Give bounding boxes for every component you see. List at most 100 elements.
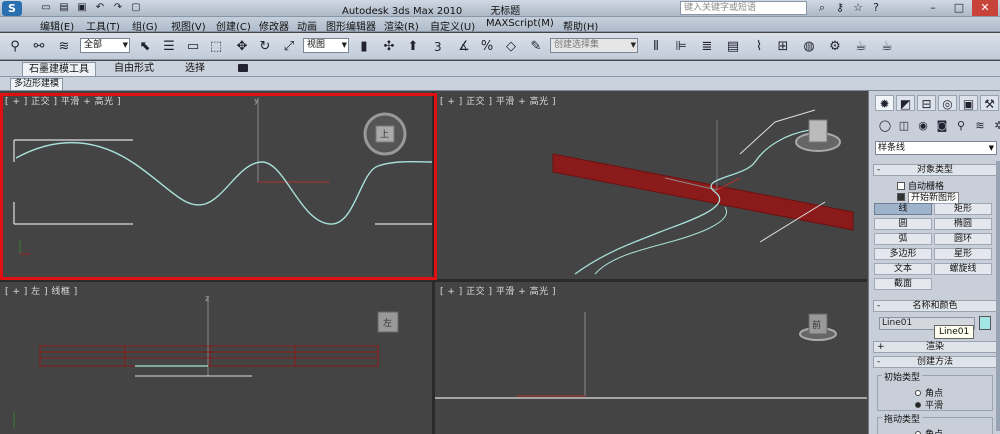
hierarchy-tab-icon[interactable]: ⊟	[917, 95, 936, 111]
search-input[interactable]: 键入关键字或短语	[680, 1, 807, 15]
command-panel-scrollbar[interactable]	[996, 161, 1000, 431]
menu-graph-editors[interactable]: 图形编辑器	[326, 18, 376, 33]
pivot-center-icon[interactable]: ▮	[355, 38, 373, 55]
name-color-rollout[interactable]: - 名称和颜色	[873, 300, 997, 312]
create-tab-icon[interactable]: ✹	[875, 95, 894, 111]
menu-modifiers[interactable]: 修改器	[259, 18, 289, 33]
window-crossing-icon[interactable]: ⬚	[207, 38, 225, 55]
display-tab-icon[interactable]: ▣	[959, 95, 978, 111]
arc-button[interactable]: 弧	[874, 233, 932, 245]
shapes-icon[interactable]: ◫	[896, 119, 912, 133]
object-color-swatch[interactable]	[979, 316, 991, 330]
material-editor-icon[interactable]: ◍	[800, 38, 818, 55]
redo-icon[interactable]: ↷	[112, 2, 124, 14]
object-type-rollout[interactable]: - 对象类型	[873, 164, 997, 176]
viewport-top[interactable]: [ + ] 正交 ] 平滑 + 高光 ] 上 y	[0, 92, 432, 279]
menu-tools[interactable]: 工具(T)	[86, 18, 120, 33]
systems-icon[interactable]: ✲	[991, 119, 1000, 133]
viewport-front[interactable]: [ + ] 正交 ] 平滑 + 高光 ] 前	[435, 282, 867, 434]
named-selection-dropdown[interactable]: 创建选择集	[550, 38, 638, 53]
ellipse-button[interactable]: 椭圆	[934, 218, 992, 230]
viewcube-front-face[interactable]: 前	[812, 318, 821, 331]
menu-create[interactable]: 创建(C)	[216, 18, 251, 33]
utilities-tab-icon[interactable]: ⚒	[980, 95, 999, 111]
maximize-icon[interactable]: □	[946, 0, 972, 16]
line-button[interactable]: 线	[874, 203, 932, 215]
ribbon-minimize-icon[interactable]	[238, 64, 248, 72]
render-setup-icon[interactable]: ⚙	[826, 38, 844, 55]
menu-rendering[interactable]: 渲染(R)	[384, 18, 419, 33]
percent-snap-icon[interactable]: %	[478, 38, 496, 55]
new-file-icon[interactable]: ▭	[40, 2, 52, 14]
menu-view[interactable]: 视图(V)	[171, 18, 206, 33]
menu-maxscript[interactable]: MAXScript(M)	[486, 18, 554, 29]
menu-animation[interactable]: 动画	[297, 18, 317, 33]
schematic-view-icon[interactable]: ⊞	[774, 38, 792, 55]
app-logo-icon[interactable]: S	[2, 1, 22, 16]
bind-spacewarp-icon[interactable]: ≋	[55, 38, 73, 55]
start-new-shape-checkbox[interactable]: 开始新图形	[897, 190, 960, 204]
viewport-perspective-label[interactable]: [ + ] 正交 ] 平滑 + 高光 ]	[440, 94, 556, 107]
creation-method-rollout[interactable]: - 创建方法	[873, 356, 997, 368]
help-icon[interactable]: ?	[869, 1, 883, 15]
viewport-left[interactable]: [ + ] 左 ] 线框 ] 左 z	[0, 282, 432, 434]
viewcube-top-face[interactable]: 上	[380, 127, 389, 140]
key-icon[interactable]: ⚷	[833, 1, 847, 15]
rectangular-selection-icon[interactable]: ▭	[184, 38, 202, 55]
menu-customize[interactable]: 自定义(U)	[430, 18, 475, 33]
star-icon[interactable]: ☆	[851, 1, 865, 15]
curve-editor-icon[interactable]: ⌇	[750, 38, 768, 55]
text-button[interactable]: 文本	[874, 263, 932, 275]
viewcube-left-face[interactable]: 左	[383, 316, 392, 329]
tab-selection[interactable]: 选择	[179, 62, 211, 76]
geometry-icon[interactable]: ◯	[877, 119, 893, 133]
snap-toggle[interactable]: 3	[434, 40, 442, 54]
close-icon[interactable]: ✕	[972, 0, 998, 16]
unlink-icon[interactable]: ⚯	[30, 38, 48, 55]
mirror-icon[interactable]: ⫴	[647, 38, 665, 55]
menu-help[interactable]: 帮助(H)	[563, 18, 598, 33]
select-link-icon[interactable]: ⚲	[6, 38, 24, 55]
tab-graphite-modeling[interactable]: 石墨建模工具	[22, 62, 96, 76]
lights-icon[interactable]: ◉	[915, 119, 931, 133]
scale-icon[interactable]: ⤢	[280, 38, 298, 55]
select-manipulate-icon[interactable]: ✣	[380, 38, 398, 55]
rectangle-button[interactable]: 矩形	[934, 203, 992, 215]
move-icon[interactable]: ✥	[233, 38, 251, 55]
motion-tab-icon[interactable]: ◎	[938, 95, 957, 111]
spline-line[interactable]	[15, 142, 432, 225]
subtab-polygon-modeling[interactable]: 多边形建模	[10, 78, 64, 91]
helix-button[interactable]: 螺旋线	[934, 263, 992, 275]
open-file-icon[interactable]: ▤	[58, 2, 70, 14]
viewport-perspective[interactable]: [ + ] 正交 ] 平滑 + 高光 ]	[435, 92, 867, 279]
minimize-icon[interactable]: –	[920, 0, 946, 16]
viewport-left-label[interactable]: [ + ] 左 ] 线框 ]	[5, 284, 78, 297]
render-teapot-icon[interactable]: ☕	[878, 38, 896, 55]
keyboard-shortcut-icon[interactable]: ⬆	[404, 38, 422, 55]
graphite-toggle-icon[interactable]: ▤	[724, 38, 742, 55]
selection-filter-dropdown[interactable]: 全部	[80, 38, 130, 53]
menu-edit[interactable]: 编辑(E)	[40, 18, 74, 33]
viewport-divider-vertical[interactable]	[432, 92, 435, 434]
binoculars-icon[interactable]: ⌕	[815, 1, 829, 15]
donut-button[interactable]: 圆环	[934, 233, 992, 245]
save-icon[interactable]: ▣	[76, 2, 88, 14]
category-dropdown[interactable]: 样条线	[875, 141, 997, 155]
select-by-name-icon[interactable]: ☰	[160, 38, 178, 55]
viewport-top-label[interactable]: [ + ] 正交 ] 平滑 + 高光 ]	[5, 94, 121, 107]
drag-corner-radio[interactable]: 角点	[915, 427, 943, 434]
angle-snap-icon[interactable]: ∡	[455, 38, 473, 55]
viewport-divider-horizontal[interactable]	[0, 279, 867, 282]
section-button[interactable]: 截面	[874, 278, 932, 290]
undo-icon[interactable]: ↶	[94, 2, 106, 14]
ngon-button[interactable]: 多边形	[874, 248, 932, 260]
edit-named-selection-icon[interactable]: ✎	[527, 38, 545, 55]
modify-tab-icon[interactable]: ◩	[896, 95, 915, 111]
viewport-front-label[interactable]: [ + ] 正交 ] 平滑 + 高光 ]	[440, 284, 556, 297]
spacewarps-icon[interactable]: ≋	[972, 119, 988, 133]
initial-smooth-radio[interactable]: 平滑	[915, 398, 943, 411]
reference-coord-dropdown[interactable]: 视图	[303, 38, 349, 53]
spinner-snap-icon[interactable]: ◇	[502, 38, 520, 55]
helpers-icon[interactable]: ⚲	[953, 119, 969, 133]
select-object-icon[interactable]: ⬉	[136, 38, 154, 55]
